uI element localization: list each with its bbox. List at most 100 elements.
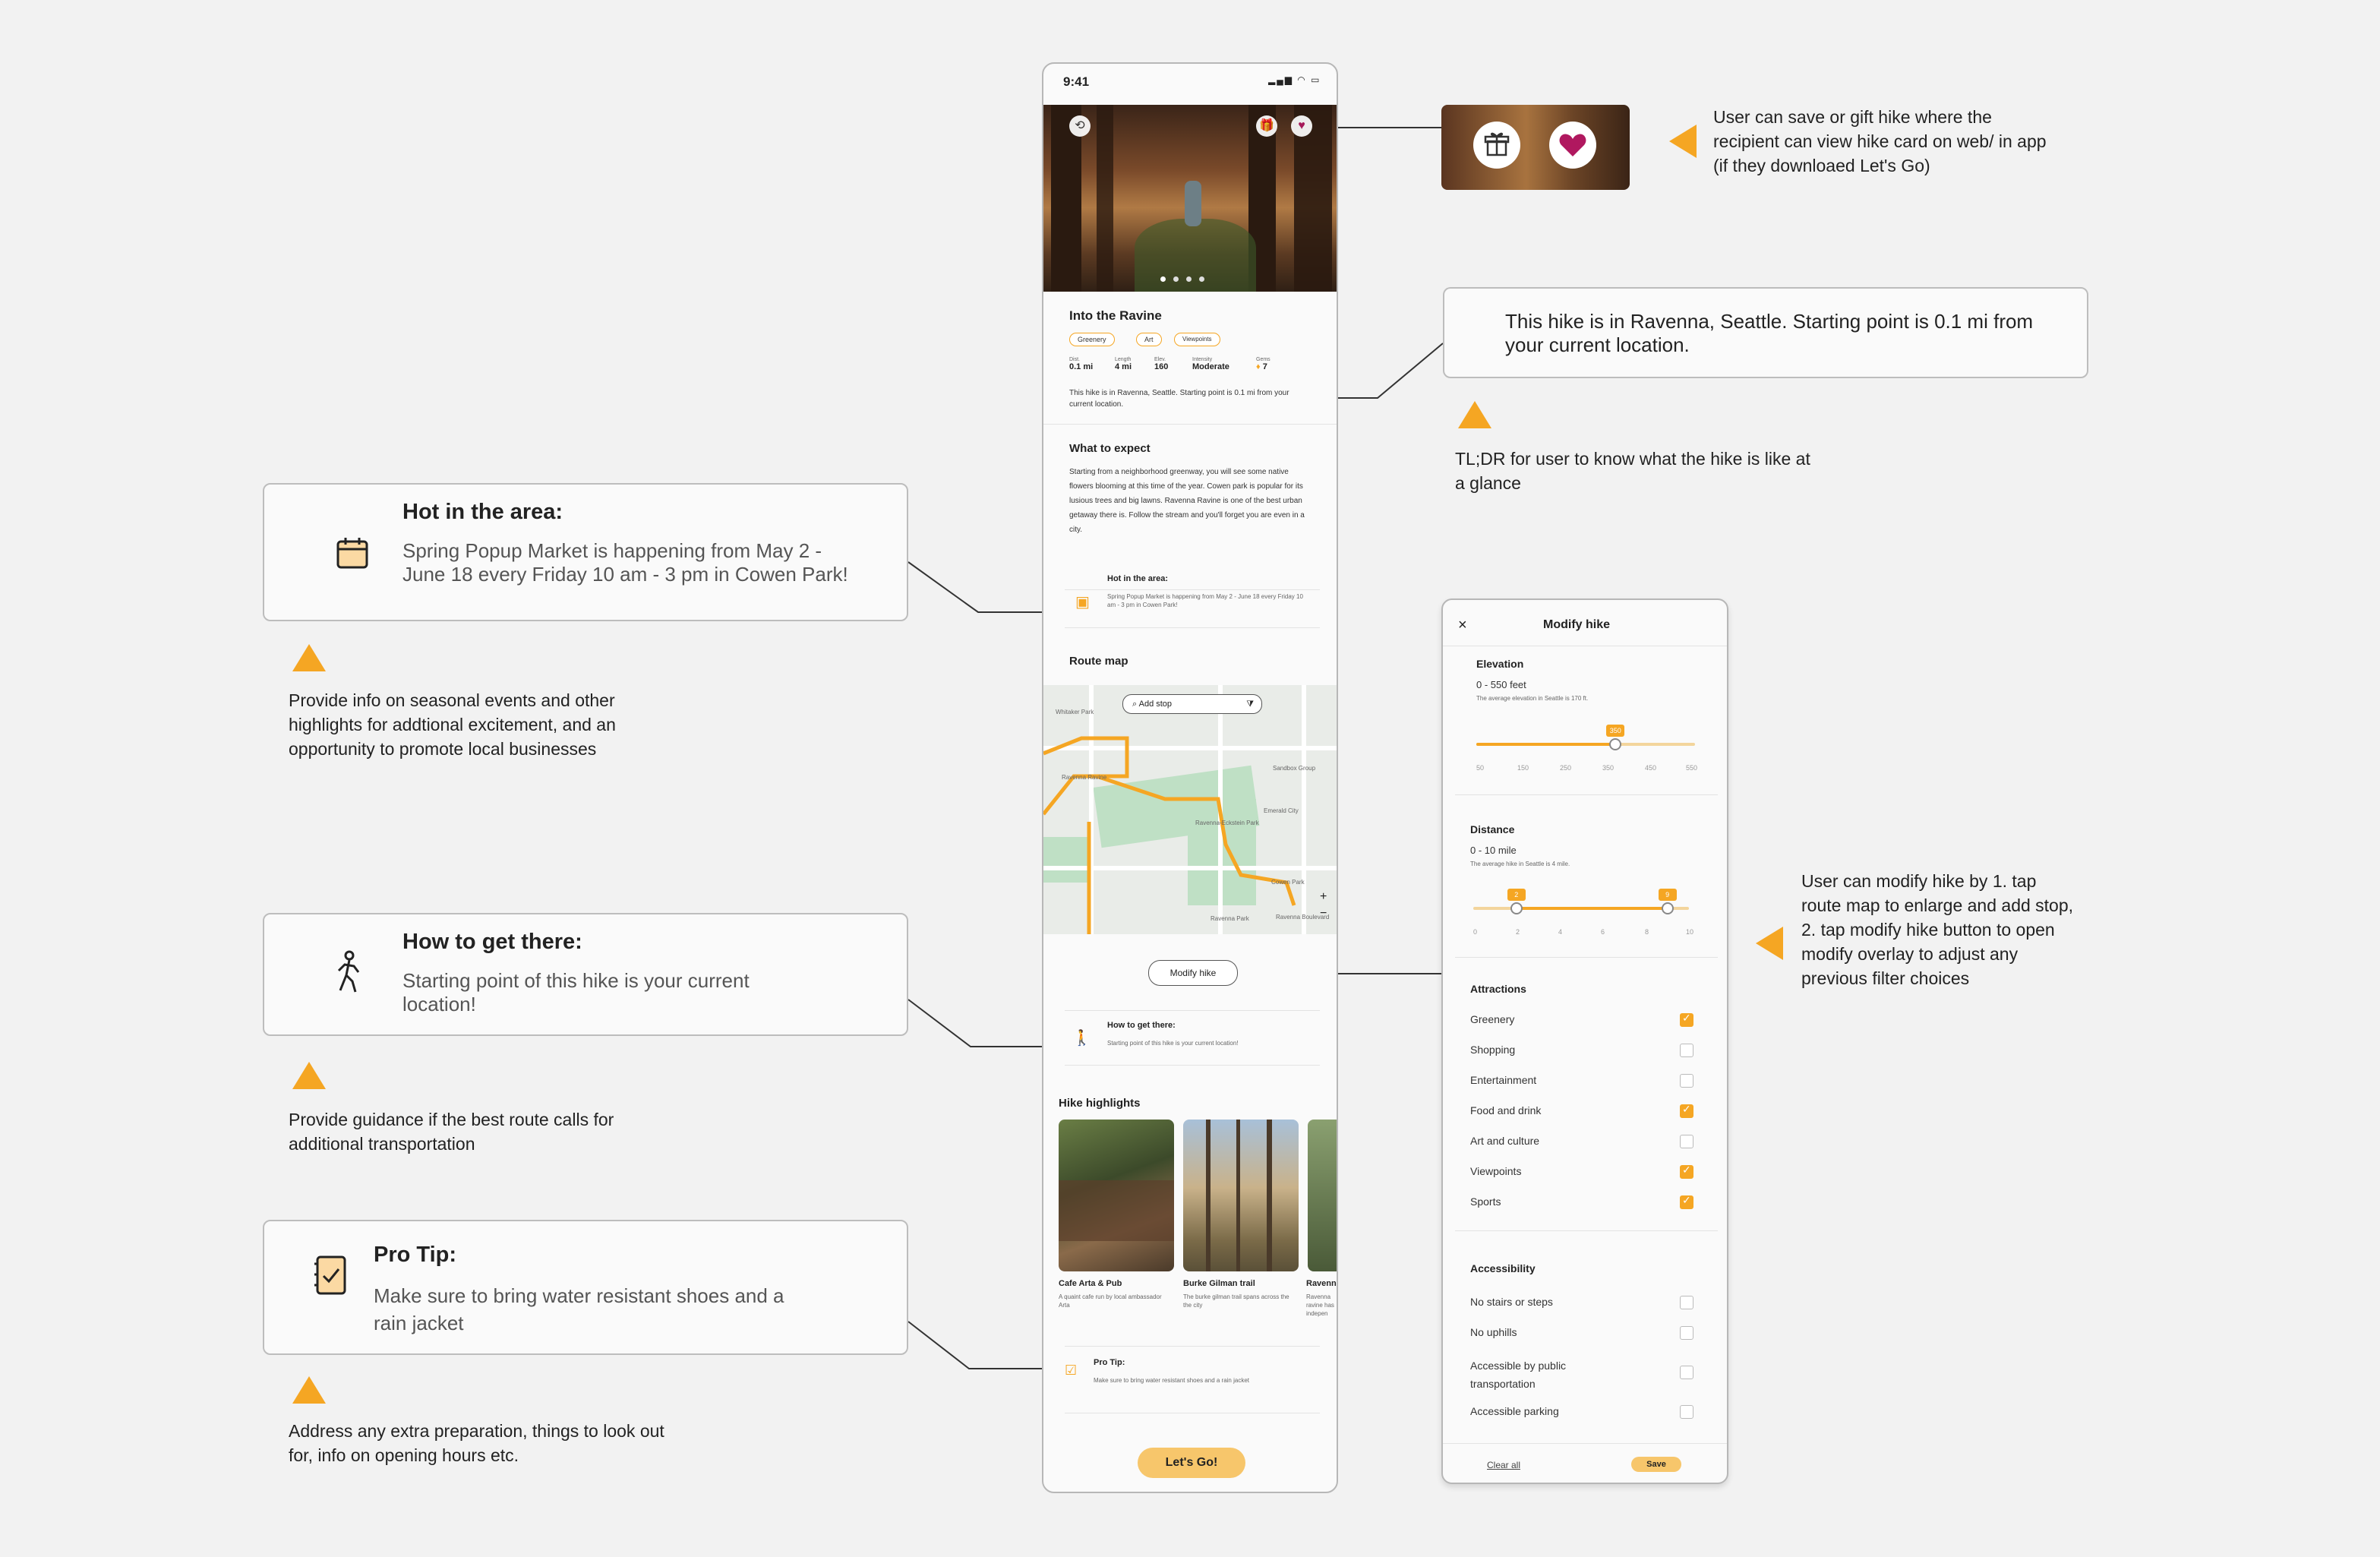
modify-note: User can modify hike by 1. tap route map… [1801,871,2074,988]
distance-range: 0 - 10 mile [1470,845,1517,856]
accessibility-checkbox[interactable] [1680,1326,1693,1340]
getting-note: Provide guidance if the best route calls… [289,1110,614,1154]
attraction-option[interactable]: Greenery [1470,1013,1514,1025]
distance-low-knob[interactable] [1510,902,1523,914]
accessibility-checkbox[interactable] [1680,1296,1693,1309]
highlight-name: Ravenn [1306,1279,1337,1288]
getting-there-callout: How to get there: Starting point of this… [263,913,908,1036]
highlight-name: Burke Gilman trail [1183,1279,1255,1288]
getting-callout-title: How to get there: [402,930,582,954]
tick-label: 0 [1473,928,1478,936]
pointer-arrow [1756,927,1783,960]
route-map-title: Route map [1069,655,1128,668]
distance-low-tag: 2 [1507,889,1526,901]
tick-label: 10 [1686,928,1694,936]
tick-label: 550 [1686,764,1698,772]
summary-callout: This hike is in Ravenna, Seattle. Starti… [1443,287,2088,378]
save-button[interactable]: Save [1631,1457,1681,1472]
hero-photo[interactable]: ⟲ 🎁 ♥ [1043,105,1337,292]
stat-length: Length 4 mi [1115,357,1132,371]
map-label: Cowen Park [1271,879,1305,886]
tick-label: 2 [1516,928,1520,936]
hike-title: Into the Ravine [1069,308,1162,323]
tag-chip: Art [1136,333,1162,346]
tick-label: 250 [1560,764,1572,772]
map-label: Ravenna-Eckstein Park [1195,820,1259,826]
distance-high-knob[interactable] [1661,902,1674,914]
modify-hike-button[interactable]: Modify hike [1148,960,1238,986]
zoom-in-icon[interactable]: + [1320,890,1327,904]
distance-high-tag: 9 [1658,889,1677,901]
what-to-expect-body: Starting from a neighborhood greenway, y… [1069,468,1305,534]
hot-callout-title: Hot in the area: [402,500,563,524]
distance-slider[interactable]: 2 9 [1473,889,1689,927]
warning-icon [292,1062,326,1089]
map-label: Sandbox Group [1273,765,1316,772]
attraction-checkbox[interactable] [1680,1135,1693,1148]
highlight-card[interactable] [1308,1120,1337,1271]
attraction-checkbox[interactable] [1680,1164,1693,1179]
stat-gems: Gems ♦ 7 [1256,357,1270,371]
tick-label: 450 [1645,764,1657,772]
pointer-arrow [1669,125,1697,158]
calendar-icon: ▣ [1075,594,1090,611]
attraction-option[interactable]: Viewpoints [1470,1165,1521,1177]
zoom-out-icon[interactable]: − [1320,907,1327,921]
save-gift-zoom [1441,105,1630,190]
close-icon[interactable]: × [1458,617,1467,634]
protip-body: Make sure to bring water resistant shoes… [1094,1377,1249,1384]
route-map[interactable]: Whitaker Park Ravenna Ravine Ravenna Par… [1043,685,1337,934]
heart-icon[interactable] [1549,122,1596,169]
attraction-checkbox[interactable] [1680,1194,1693,1209]
clear-all-link[interactable]: Clear all [1487,1460,1520,1470]
hot-note: Provide info on seasonal events and othe… [289,690,616,759]
warning-icon [292,1376,326,1404]
add-stop-pill[interactable]: ⌕ Add stop ⧩ [1122,694,1262,714]
highlight-card[interactable] [1059,1120,1174,1271]
highlight-desc: A quaint cafe run by local ambassador Ar… [1059,1293,1162,1309]
tick-label: 150 [1517,764,1529,772]
attraction-checkbox[interactable] [1680,1044,1693,1057]
what-to-expect-title: What to expect [1069,442,1151,455]
lets-go-button[interactable]: Let's Go! [1138,1448,1245,1478]
attraction-option[interactable]: Shopping [1470,1044,1515,1056]
attraction-option[interactable]: Entertainment [1470,1074,1536,1086]
highlights-title: Hike highlights [1059,1097,1141,1110]
heart-icon[interactable]: ♥ [1291,115,1312,137]
carousel-dots[interactable] [1160,272,1212,286]
elevation-slider[interactable]: 350 [1476,725,1695,763]
accessibility-checkbox[interactable] [1680,1405,1693,1419]
status-icons: ▂▄▆ ◠ ▭ [1268,74,1321,85]
attraction-option[interactable]: Art and culture [1470,1135,1539,1147]
filter-icon: ⧩ [1246,700,1254,709]
gift-icon[interactable]: 🎁 [1256,115,1277,137]
accessibility-checkbox[interactable] [1680,1366,1693,1379]
hiker-figure [1185,181,1201,226]
checklist-icon [314,1255,348,1296]
tag-chip: Greenery [1069,333,1115,346]
accessibility-option[interactable]: No uphills [1470,1326,1517,1338]
distance-label: Distance [1470,823,1515,835]
accessibility-option[interactable]: No stairs or steps [1470,1296,1553,1308]
accessibility-option[interactable]: Accessible parking [1470,1405,1559,1417]
tick-label: 350 [1602,764,1615,772]
elevation-value-tag: 350 [1606,725,1625,737]
attraction-option[interactable]: Sports [1470,1195,1501,1208]
hike-summary: This hike is in Ravenna, Seattle. Starti… [1069,389,1289,409]
getting-there-title: How to get there: [1107,1021,1176,1030]
attraction-checkbox[interactable] [1680,1074,1693,1088]
elevation-knob[interactable] [1609,738,1622,750]
elevation-label: Elevation [1476,658,1524,670]
back-icon[interactable]: ⟲ [1069,115,1091,137]
save-gift-note: User can save or gift hike where the rec… [1713,107,2047,175]
highlight-card[interactable] [1183,1120,1299,1271]
protip-title: Pro Tip: [1094,1358,1125,1367]
attraction-option[interactable]: Food and drink [1470,1104,1541,1116]
hot-area-callout: Hot in the area: Spring Popup Market is … [263,483,908,621]
attraction-checkbox[interactable] [1680,1103,1693,1118]
tldr-note: TL;DR for user to know what the hike is … [1455,449,1810,493]
highlight-desc: Ravenna ravine has indepen [1306,1293,1334,1317]
accessibility-option[interactable]: Accessible by public transportation [1470,1356,1607,1393]
gift-icon[interactable] [1473,122,1520,169]
attraction-checkbox[interactable] [1680,1012,1693,1027]
